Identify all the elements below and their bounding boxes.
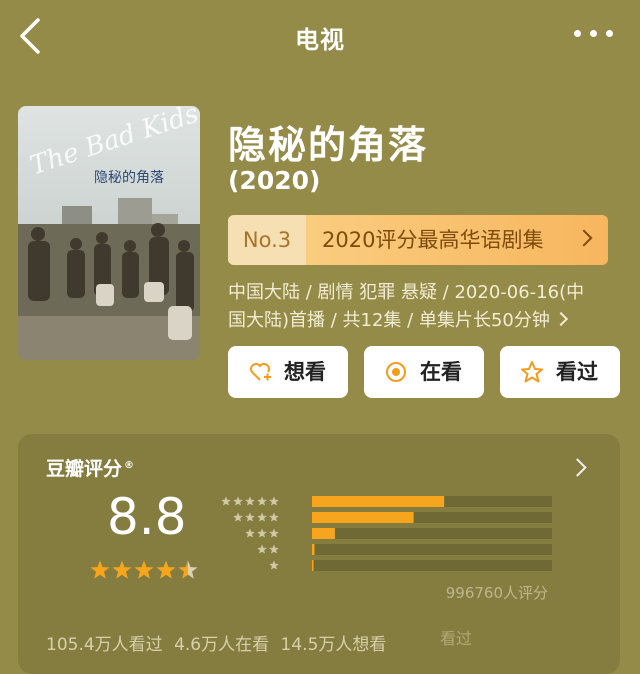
- rating-star-4: [156, 560, 176, 579]
- distribution-star-5-3: [245, 496, 255, 506]
- watch-stats: 105.4万人看过 4.6万人在看 14.5万人想看: [46, 630, 386, 655]
- registered-mark: ®: [124, 459, 135, 471]
- rating-card[interactable]: 豆瓣评分 ® 8.8 996760人评分 105.4万人看过 4.6万人在看 14…: [18, 434, 620, 674]
- distribution-bar-4: [312, 512, 414, 523]
- rating-stars: [90, 560, 198, 579]
- distribution-star-4-2: [233, 512, 243, 522]
- distribution-star-5-1: [221, 496, 231, 506]
- rank-text: 2020评分最高华语剧集: [322, 228, 544, 252]
- distribution-track-2: [312, 544, 552, 555]
- show-meta[interactable]: 中国大陆 / 剧情 犯罪 悬疑 / 2020-06-16(中 国大陆)首播 / …: [228, 279, 620, 335]
- distribution-star-1-5: [269, 560, 279, 570]
- distribution-star-5-2: [233, 496, 243, 506]
- chevron-right-icon[interactable]: [568, 458, 587, 477]
- distribution-star-5-5: [269, 496, 279, 506]
- rating-star-3: [134, 560, 154, 579]
- watching-button[interactable]: 在看: [364, 346, 484, 398]
- rating-label: 豆瓣评分 ®: [46, 458, 135, 480]
- distribution-star-3-5: [269, 528, 279, 538]
- watched-count: 105.4万人看过: [46, 635, 163, 655]
- star-outline-icon: [521, 361, 543, 383]
- target-icon: [386, 362, 406, 382]
- rating-star-1: [90, 560, 110, 579]
- chevron-right-icon: [553, 311, 568, 327]
- distribution-bar-5: [312, 496, 445, 507]
- want-to-watch-button[interactable]: 想看: [228, 346, 348, 398]
- show-title: 隐秘的角落: [228, 123, 429, 167]
- show-year: (2020): [228, 166, 321, 195]
- distribution-star-2-4: [257, 544, 267, 554]
- distribution-star-5-4: [257, 496, 267, 506]
- watermark: 看过: [440, 629, 473, 648]
- rank-banner[interactable]: No.3 2020评分最高华语剧集: [228, 215, 608, 265]
- meta-line-2: 国大陆)首播 / 共12集 / 单集片长50分钟: [228, 310, 550, 331]
- distribution-star-4-5: [269, 512, 279, 522]
- distribution-track-3: [312, 528, 552, 539]
- distribution-star-4-4: [257, 512, 267, 522]
- rating-star-5: [178, 560, 198, 579]
- top-bar: 电视: [0, 0, 640, 72]
- page-title: 电视: [295, 26, 345, 54]
- more-options-icon[interactable]: [574, 30, 614, 40]
- heart-plus-icon: [250, 363, 271, 381]
- distribution-track-1: [312, 560, 552, 571]
- poster-image[interactable]: The Bad Kids 隐秘的角落: [18, 106, 200, 360]
- chevron-right-icon: [575, 229, 593, 247]
- watched-label: 看过: [556, 360, 598, 384]
- watching-count: 4.6万人在看: [174, 635, 270, 655]
- distribution-star-4-3: [245, 512, 255, 522]
- meta-line-1: 中国大陆 / 剧情 犯罪 悬疑 / 2020-06-16(中: [228, 282, 585, 303]
- distribution-star-2-5: [269, 544, 279, 554]
- distribution-bar-1: [312, 560, 314, 571]
- want-count: 14.5万人想看: [280, 635, 387, 655]
- rank-number: No.3: [228, 215, 306, 265]
- want-label: 想看: [284, 360, 326, 384]
- distribution-star-3-4: [257, 528, 267, 538]
- poster-chinese-title: 隐秘的角落: [94, 170, 164, 186]
- rating-star-2: [112, 560, 132, 579]
- distribution-star-3-3: [245, 528, 255, 538]
- vote-count: 996760人评分: [445, 584, 548, 602]
- rating-score: 8.8: [107, 488, 187, 546]
- distribution-bar-3: [312, 528, 335, 539]
- watched-button[interactable]: 看过: [500, 346, 620, 398]
- distribution-bar-2: [312, 544, 315, 555]
- watching-label: 在看: [420, 360, 462, 384]
